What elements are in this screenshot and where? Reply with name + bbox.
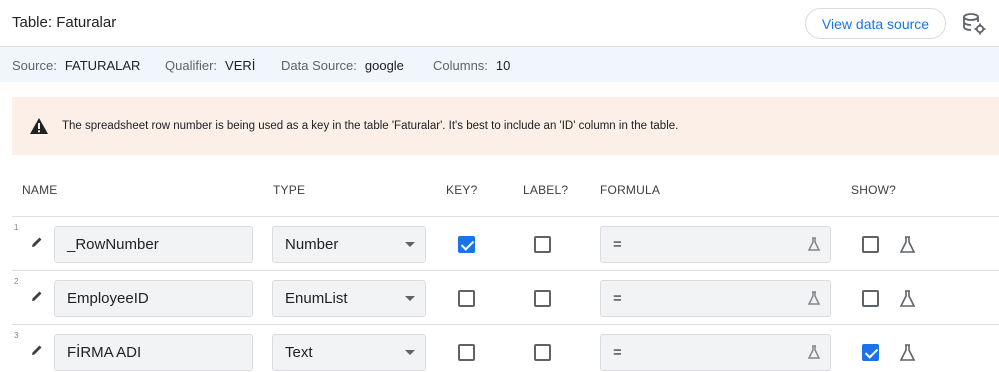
flask-icon[interactable] <box>806 236 822 252</box>
warning-message: The spreadsheet row number is being used… <box>62 120 679 132</box>
formula-value: = <box>613 290 622 307</box>
column-type-value: Number <box>285 236 339 253</box>
source-info: Source: FATURALAR <box>12 58 141 73</box>
formula-value: = <box>613 236 622 253</box>
column-type-select[interactable]: Number <box>272 226 426 263</box>
formula-field[interactable]: = <box>600 280 831 317</box>
key-checkbox[interactable] <box>458 290 475 307</box>
table-header-bar: Table: Faturalar View data source <box>0 0 999 47</box>
column-name-field[interactable]: _RowNumber <box>54 226 253 263</box>
columns-value: 10 <box>495 58 511 73</box>
column-header-type: TYPE <box>273 183 306 197</box>
column-type-value: Text <box>285 344 313 361</box>
edit-pencil-icon[interactable] <box>30 289 44 303</box>
dropdown-caret-icon <box>405 350 415 355</box>
label-checkbox[interactable] <box>534 236 551 253</box>
page-title: Table: Faturalar <box>12 14 117 31</box>
qualifier-info: Qualifier: VERİ <box>165 58 256 73</box>
datasource-value: google <box>364 58 404 73</box>
column-name-field[interactable]: EmployeeID <box>54 280 253 317</box>
label-checkbox[interactable] <box>534 290 551 307</box>
view-data-source-button[interactable]: View data source <box>805 8 946 39</box>
edit-pencil-icon[interactable] <box>30 343 44 357</box>
show-formula-flask-icon[interactable] <box>898 289 917 308</box>
show-formula-flask-icon[interactable] <box>898 343 917 362</box>
columns-info: Columns: 10 <box>433 58 511 73</box>
column-header-show: SHOW? <box>851 183 897 197</box>
column-header-key: KEY? <box>446 183 478 197</box>
formula-value: = <box>613 344 622 361</box>
dropdown-caret-icon <box>405 242 415 247</box>
show-checkbox[interactable] <box>862 290 879 307</box>
source-value: FATURALAR <box>64 58 141 73</box>
datasource-info: Data Source: google <box>281 58 404 73</box>
column-header-name: NAME <box>22 183 58 197</box>
table-info-bar: Source: FATURALAR Qualifier: VERİ Data Sou… <box>0 47 999 82</box>
show-formula-flask-icon[interactable] <box>898 235 917 254</box>
label-checkbox[interactable] <box>534 344 551 361</box>
row-number: 2 <box>14 277 19 286</box>
column-header-formula: FORMULA <box>600 183 661 197</box>
flask-icon[interactable] <box>806 344 822 360</box>
key-checkbox[interactable] <box>458 236 475 253</box>
column-type-select[interactable]: Text <box>272 334 426 371</box>
dropdown-caret-icon <box>405 296 415 301</box>
column-type-value: EnumList <box>285 290 348 307</box>
warning-banner: The spreadsheet row number is being used… <box>12 97 999 155</box>
row-number: 3 <box>14 331 19 340</box>
row-number: 1 <box>14 223 19 232</box>
qualifier-value: VERİ <box>225 58 256 73</box>
table-row: 3 FİRMA ADI Text = <box>12 324 999 372</box>
formula-field[interactable]: = <box>600 334 831 371</box>
table-row: 1 _RowNumber Number = <box>12 216 999 268</box>
warning-icon <box>30 118 48 134</box>
flask-icon[interactable] <box>806 290 822 306</box>
column-header-label: LABEL? <box>523 183 569 197</box>
show-checkbox[interactable] <box>862 344 879 361</box>
formula-field[interactable]: = <box>600 226 831 263</box>
table-row: 2 EmployeeID EnumList = <box>12 270 999 322</box>
column-name-field[interactable]: FİRMA ADI <box>54 334 253 371</box>
database-settings-icon[interactable] <box>961 12 987 36</box>
column-type-select[interactable]: EnumList <box>272 280 426 317</box>
show-checkbox[interactable] <box>862 236 879 253</box>
edit-pencil-icon[interactable] <box>30 235 44 249</box>
key-checkbox[interactable] <box>458 344 475 361</box>
